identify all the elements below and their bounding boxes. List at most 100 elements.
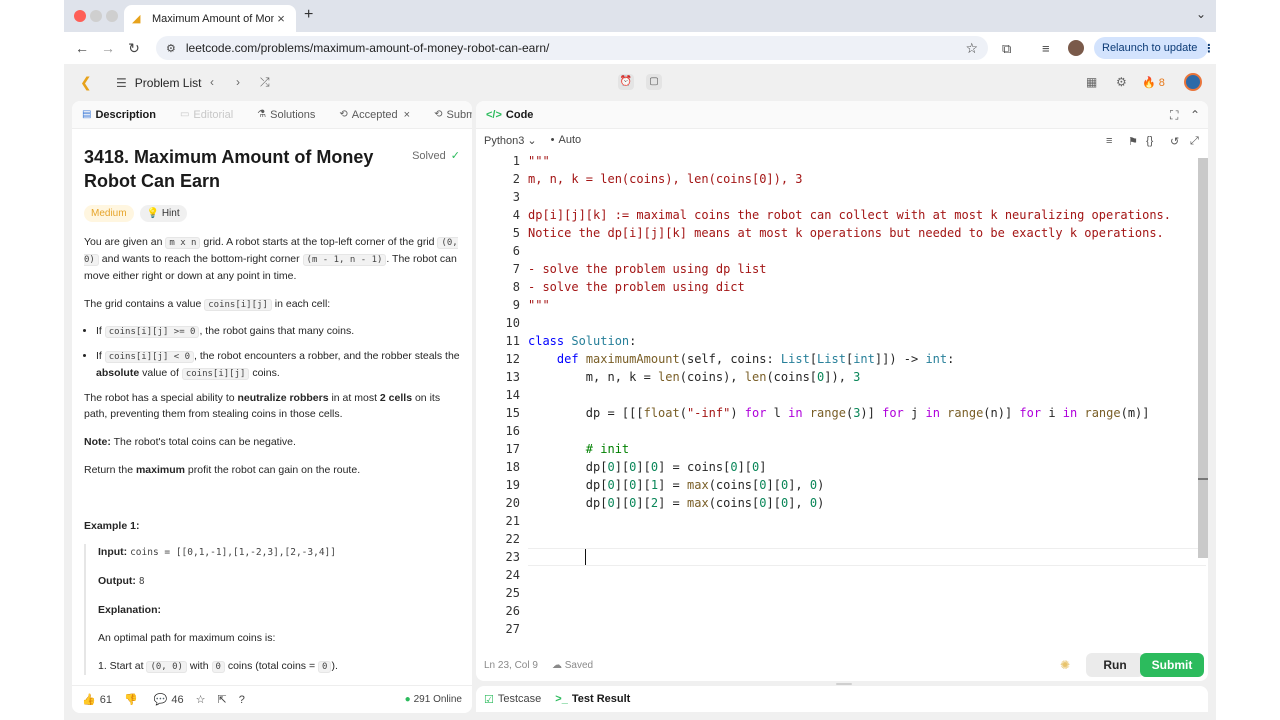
submit-button[interactable]: Submit [1140,653,1204,677]
profile-avatar[interactable] [1068,40,1084,56]
code-text: ][ [766,496,781,510]
code-line[interactable] [528,386,1198,404]
format-icon[interactable]: ≡ [1106,135,1112,147]
code-line[interactable]: # init [528,440,1198,458]
code-text: (self, coins: [679,352,781,366]
close-window-button[interactable] [74,10,86,22]
code-line[interactable]: dp = [[[float("-inf") for l in range(3)]… [528,404,1198,422]
code-line[interactable]: dp[0][0][2] = max(coins[0][0], 0) [528,494,1198,512]
like-count: 61 [99,693,112,706]
next-problem-icon[interactable]: › [236,75,240,89]
description-panel: ▤ Description ▭ Editorial ⚗ Solutions ⟲ … [72,101,472,713]
previous-problem-icon[interactable]: ‹ [210,75,214,89]
tab-editorial[interactable]: ▭ Editorial [180,109,233,121]
maximize-icon[interactable]: ⛶ [1170,108,1178,123]
help-button[interactable]: ? [239,694,245,706]
address-bar[interactable]: ⚙ leetcode.com/problems/maximum-amount-o… [156,36,988,60]
online-count: ● 291 Online [405,694,462,705]
code-line[interactable]: - solve the problem using dp list [528,260,1198,278]
layout-icon[interactable]: ▦ [1086,75,1097,89]
tab-testcase-label: Testcase [497,693,542,705]
editor-scrollbar-thumb[interactable] [1198,158,1208,558]
tab-accepted[interactable]: ⟲ Accepted × [339,109,410,121]
bookmark-icon[interactable]: ⚑ [1128,135,1138,148]
user-avatar[interactable] [1184,73,1202,91]
comments-button[interactable]: 💬 46 [154,693,184,707]
code-line[interactable] [528,188,1198,206]
browser-menu-icon[interactable]: ⋮ [1203,42,1214,55]
tab-testcase[interactable]: ☑ Testcase [484,693,541,706]
code-text: ][ [636,478,651,492]
collapse-chevron-icon[interactable]: ⌃ [1190,108,1200,122]
code-line[interactable]: class Solution: [528,332,1198,350]
code-text: ] = [658,478,687,492]
site-info-icon[interactable]: ⚙ [166,42,176,55]
reset-icon[interactable]: ↺ [1170,135,1179,148]
notes-icon[interactable]: ▢ [646,74,662,90]
type-name: List [817,352,846,366]
number: 3 [853,370,861,384]
list-item: If coins[i][j] >= 0, the robot gains tha… [96,323,464,340]
dislike-button[interactable]: 👎 [124,693,142,706]
close-tab-icon[interactable]: × [274,11,288,26]
relaunch-button[interactable]: Relaunch to update ⋮ [1094,37,1214,59]
code-text: (n)] [983,406,1020,420]
braces-icon[interactable]: {} [1146,135,1153,147]
media-control-icon[interactable]: ≡ [1042,41,1050,56]
tab-search-chevron-icon[interactable]: ⌄ [1196,7,1206,21]
reload-icon[interactable]: ↻ [120,40,148,57]
code-line[interactable]: dp[0][0][1] = max(coins[0][0], 0) [528,476,1198,494]
tab-solutions[interactable]: ⚗ Solutions [257,109,315,121]
new-tab-icon[interactable]: + [304,6,313,24]
settings-gear-icon[interactable]: ⚙ [1116,75,1127,89]
bookmark-star-icon[interactable]: ☆ [965,40,978,57]
tab-test-result-label: Test Result [571,693,631,705]
code-line[interactable]: """ [528,152,1198,170]
code-line[interactable] [528,422,1198,440]
tab-submissions[interactable]: ⟲ Submissio [434,109,472,121]
random-problem-icon[interactable]: ⤮ [260,75,270,90]
code-line[interactable]: dp[0][0][0] = coins[0][0] [528,458,1198,476]
language-select[interactable]: Python3 ⌄ [484,134,537,147]
code-line[interactable]: def maximumAmount(self, coins: List[List… [528,350,1198,368]
panel-resize-handle[interactable] [836,683,852,685]
favorite-button[interactable]: ☆ [196,693,206,706]
code-line[interactable]: Notice the dp[i][j][k] means at most k o… [528,224,1198,242]
debug-icon[interactable]: ✺ [1060,658,1070,672]
minimize-window-button[interactable] [90,10,102,22]
code-line[interactable] [528,314,1198,332]
maximize-window-button[interactable] [106,10,118,22]
hint-label: Hint [161,208,180,219]
keyword: for [744,406,767,420]
fullscreen-icon[interactable]: ⤢ [1190,135,1199,148]
code-line[interactable]: dp[i][j][k] := maximal coins the robot c… [528,206,1198,224]
code-lines[interactable]: """ m, n, k = len(coins), len(coins[0]),… [528,152,1198,512]
problem-list-button[interactable]: ☰ Problem List [116,76,201,90]
like-button[interactable]: 👍 61 [82,693,112,707]
tab-description[interactable]: ▤ Description [82,109,156,121]
streak-counter[interactable]: 🔥 8 [1142,76,1165,89]
code-line[interactable]: - solve the problem using dict [528,278,1198,296]
share-button[interactable]: ⇱ [217,693,226,706]
extensions-icon[interactable]: ⧉ [1002,41,1011,57]
close-tab-icon[interactable]: × [404,109,410,121]
forward-arrow-icon[interactable]: → [94,40,122,56]
code-line[interactable]: m, n, k = len(coins), len(coins[0]), 3 [528,368,1198,386]
code-line[interactable]: """ [528,296,1198,314]
line-number: 22 [505,532,520,546]
problem-title[interactable]: 3418. Maximum Amount of Money Robot Can … [84,145,384,193]
run-button[interactable]: Run [1086,653,1144,677]
line-number: 20 [505,496,520,510]
hint-button[interactable]: 💡 Hint [139,205,187,222]
browser-tab-active[interactable]: ◢ Maximum Amount of Money R × [124,5,296,32]
docstring-text: Notice the dp[i][j][k] means at most k o… [528,226,1164,240]
back-arrow-icon[interactable]: ← [68,40,96,56]
tab-test-result[interactable]: >_ Test Result [555,693,630,705]
code-editor[interactable]: 1 2 3 4 5 6 7 8 9 10 11 12 13 14 15 16 17 18 19 20 21 22 23 24 2… [476,152,1208,641]
code-line[interactable] [528,242,1198,260]
code-line[interactable]: m, n, k = len(coins), len(coins[0]), 3 [528,170,1198,188]
leetcode-logo-icon[interactable]: ❮ [80,74,96,90]
timer-icon[interactable]: ⏰ [618,74,634,90]
text: You are given an [84,236,163,248]
auto-mode-toggle[interactable]: • Auto [551,134,582,146]
